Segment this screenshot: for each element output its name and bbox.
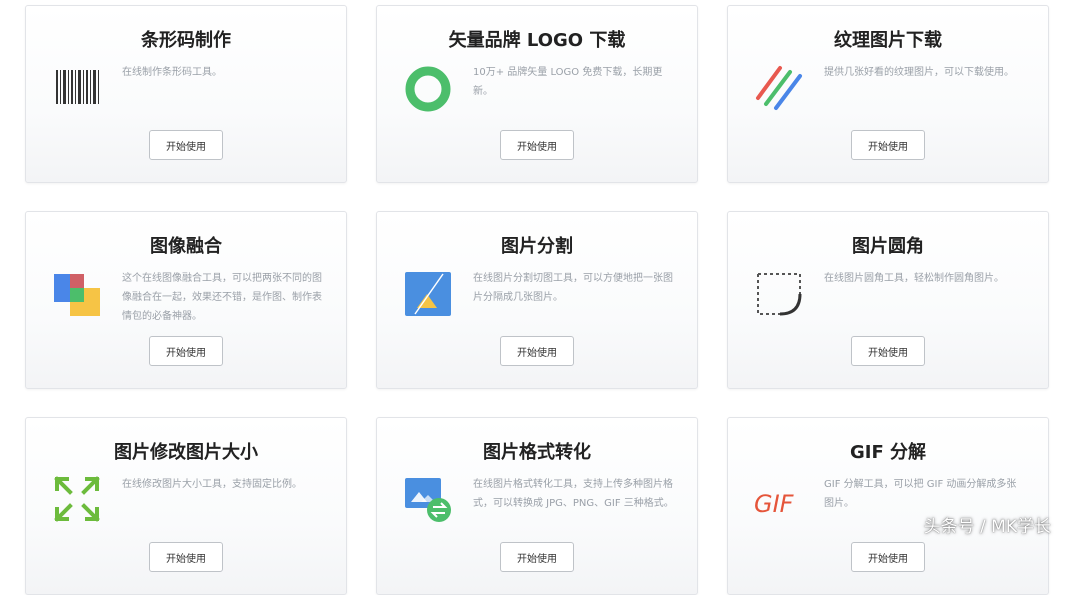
card-description: GIF 分解工具，可以把 GIF 动画分解成多张图片。 xyxy=(824,479,1017,509)
watermark: 头条号 / MK学长 xyxy=(923,517,1051,537)
card-title: 图片分割 xyxy=(501,236,573,257)
card-title: 纹理图片下载 xyxy=(834,30,942,51)
card-title: 矢量品牌 LOGO 下载 xyxy=(448,30,626,51)
tool-card-image-blend: 图像融合 这个在线图像融合工具，可以把两张不同的图像融合在一起，效果还不错，是作… xyxy=(25,211,347,389)
card-description: 在线制作条形码工具。 xyxy=(122,67,222,78)
tool-card-gif-split: GIF 分解 GIF GIF 分解工具，可以把 GIF 动画分解成多张图片。 开… xyxy=(727,417,1049,595)
card-description: 在线图片圆角工具，轻松制作圆角图片。 xyxy=(824,273,1004,284)
start-button[interactable]: 开始使用 xyxy=(149,130,223,160)
card-description: 在线图片分割切图工具，可以方便地把一张图片分隔成几张图片。 xyxy=(473,273,673,303)
format-convert-icon xyxy=(403,474,453,524)
svg-text:GIF: GIF xyxy=(754,490,795,518)
card-title: 图片格式转化 xyxy=(483,442,591,463)
image-blend-icon xyxy=(52,268,102,318)
card-description: 10万+ 品牌矢量 LOGO 免费下载，长期更新。 xyxy=(473,67,663,97)
card-title: 图片圆角 xyxy=(852,236,924,257)
start-button[interactable]: 开始使用 xyxy=(149,542,223,572)
tool-card-image-resize: 图片修改图片大小 在线修改图片大小工具，支持固定比例。 开始使用 xyxy=(25,417,347,595)
card-title: GIF 分解 xyxy=(849,442,927,463)
tool-card-texture-download: 纹理图片下载 提供几张好看的纹理图片，可以下载使用。 开始使用 xyxy=(727,5,1049,183)
tool-card-image-split: 图片分割 在线图片分割切图工具，可以方便地把一张图片分隔成几张图片。 开始使用 xyxy=(376,211,698,389)
tool-card-rounded-corner: 图片圆角 在线图片圆角工具，轻松制作圆角图片。 开始使用 xyxy=(727,211,1049,389)
start-button[interactable]: 开始使用 xyxy=(851,336,925,366)
ring-logo-icon xyxy=(403,62,453,112)
tool-card-format-convert: 图片格式转化 在线图片格式转化工具，支持上传多种图片格式，可以转换成 JPG、P… xyxy=(376,417,698,595)
gif-icon: GIF xyxy=(754,474,804,524)
start-button[interactable]: 开始使用 xyxy=(500,130,574,160)
barcode-icon xyxy=(52,62,102,112)
resize-arrows-icon xyxy=(52,474,102,524)
tool-card-barcode: 条形码制作 在线制作条形码工具。 开始使用 xyxy=(25,5,347,183)
stripes-texture-icon xyxy=(754,62,804,112)
start-button[interactable]: 开始使用 xyxy=(851,130,925,160)
card-description: 在线修改图片大小工具，支持固定比例。 xyxy=(122,479,302,490)
tools-grid: 条形码制作 在线制作条形码工具。 开始使用 矢量品牌 LOGO 下载 10万+ … xyxy=(25,5,1049,595)
start-button[interactable]: 开始使用 xyxy=(500,542,574,572)
card-title: 图片修改图片大小 xyxy=(114,442,258,463)
start-button[interactable]: 开始使用 xyxy=(149,336,223,366)
start-button[interactable]: 开始使用 xyxy=(851,542,925,572)
card-description: 提供几张好看的纹理图片，可以下载使用。 xyxy=(824,67,1014,78)
rounded-corner-icon xyxy=(754,268,804,318)
card-description: 在线图片格式转化工具，支持上传多种图片格式，可以转换成 JPG、PNG、GIF … xyxy=(473,479,674,509)
tool-card-logo-download: 矢量品牌 LOGO 下载 10万+ 品牌矢量 LOGO 免费下载，长期更新。 开… xyxy=(376,5,698,183)
image-split-icon xyxy=(403,268,453,318)
card-title: 条形码制作 xyxy=(141,30,231,51)
card-description: 这个在线图像融合工具，可以把两张不同的图像融合在一起，效果还不错，是作图、制作表… xyxy=(122,273,322,322)
start-button[interactable]: 开始使用 xyxy=(500,336,574,366)
card-title: 图像融合 xyxy=(150,236,222,257)
